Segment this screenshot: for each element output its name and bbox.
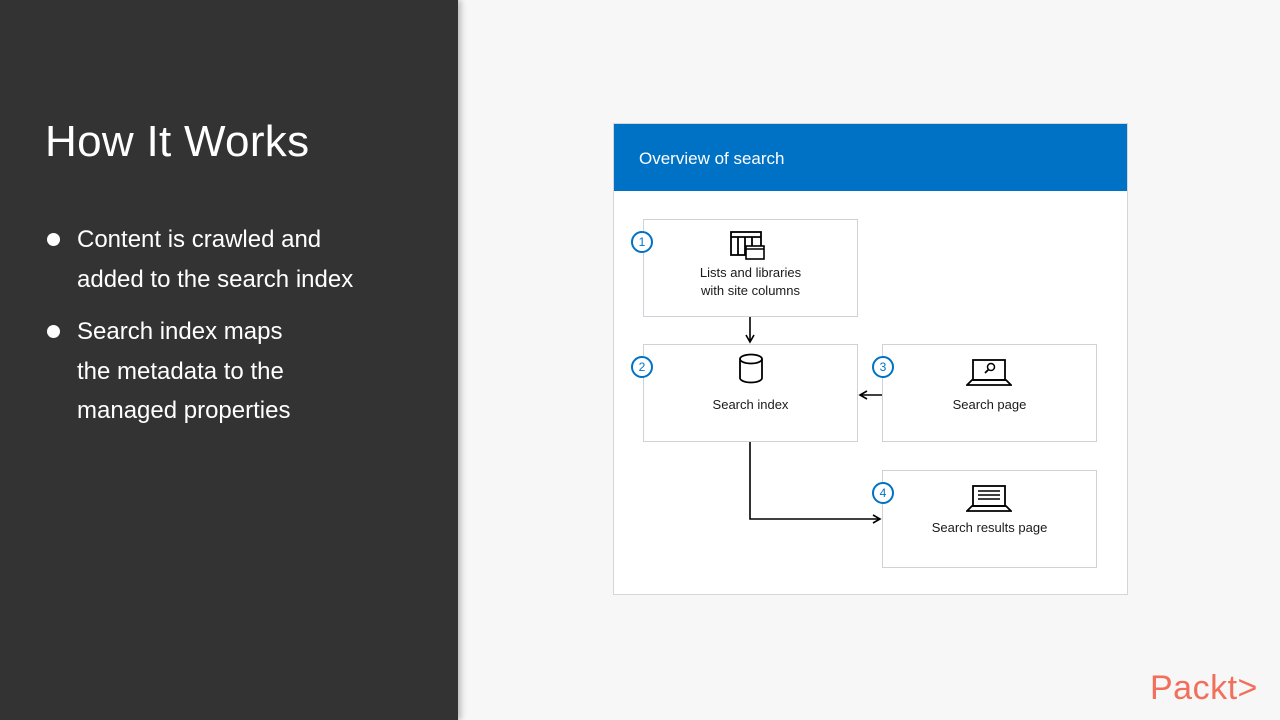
bullet-item-2: Search index maps the metadata to the ma… <box>45 312 445 431</box>
node-4-label: Search results page <box>931 520 1048 535</box>
node-search-results-page: 4 Search results page <box>872 470 1097 568</box>
search-overview-diagram: Overview of search 1 Lists and libraries… <box>613 123 1128 595</box>
bullet-dot-icon <box>47 325 60 338</box>
node-search-index: 2 Search index <box>631 344 858 442</box>
laptop-results-icon <box>966 485 1012 512</box>
node-1-label-line-1: Lists and libraries <box>699 265 802 280</box>
bullet-dot-icon <box>47 233 60 246</box>
bullet-2-line-2: the metadata to the <box>77 357 284 385</box>
laptop-search-icon <box>966 359 1012 386</box>
bullet-item-1: Content is crawled and added to the sear… <box>45 220 445 299</box>
node-lists-libraries: 1 Lists and libraries with site columns <box>631 219 858 317</box>
step-badge-1: 1 <box>631 231 653 253</box>
bullet-1-line-2: added to the search index <box>77 265 354 293</box>
step-badge-4: 4 <box>872 482 894 504</box>
node-3-label: Search page <box>952 397 1027 412</box>
left-panel: How It Works Content is crawled and adde… <box>0 0 458 720</box>
bullet-list: Content is crawled and added to the sear… <box>45 220 445 444</box>
step-badge-3: 3 <box>872 356 894 378</box>
bullet-2-line-1: Search index maps <box>77 318 283 345</box>
node-1-label-line-2: with site columns <box>701 283 800 298</box>
slide-title: How It Works <box>45 117 310 166</box>
node-2-label: Search index <box>712 397 789 412</box>
step-badge-2: 2 <box>631 356 653 378</box>
list-library-icon <box>730 231 765 260</box>
node-search-page: 3 Search page <box>872 344 1097 442</box>
bullet-2-line-3: managed properties <box>77 397 291 424</box>
packt-logo: Packt> <box>1150 669 1258 707</box>
database-icon <box>739 353 763 384</box>
bullet-1-line-1: Content is crawled and <box>77 226 322 253</box>
